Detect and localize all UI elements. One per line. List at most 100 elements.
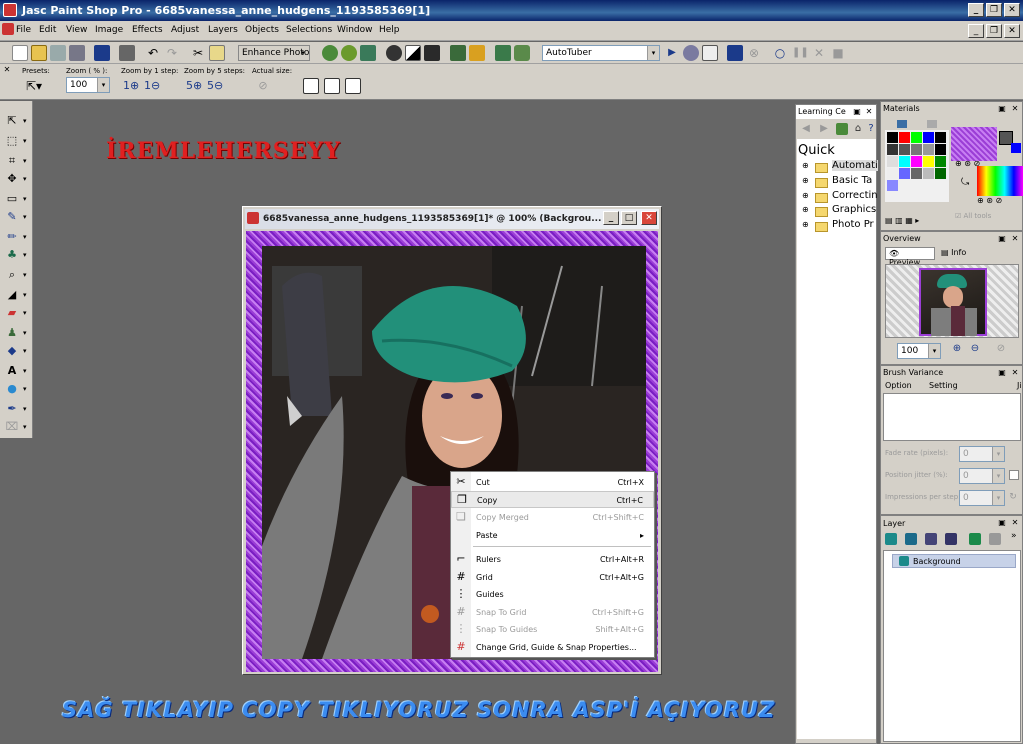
reset-icon[interactable]: ↻ xyxy=(1007,492,1019,504)
menu-item-grid[interactable]: # Grid Ctrl+Alt+G xyxy=(451,569,654,586)
impressions-input[interactable]: 0 ▾ xyxy=(959,490,1005,506)
forward-icon[interactable]: ▶ xyxy=(818,123,830,135)
zoom-in-icon[interactable]: ⊕ xyxy=(949,343,965,359)
save-icon[interactable] xyxy=(94,45,110,61)
histogram-icon[interactable] xyxy=(405,45,421,61)
tree-item-basic-tasks[interactable]: Basic Ta xyxy=(832,175,872,186)
menu-edit[interactable]: Edit xyxy=(39,25,56,35)
paint-brush-tool-icon[interactable]: ✏ xyxy=(4,229,26,245)
layers-palette-icon[interactable] xyxy=(450,45,466,61)
menu-item-rulers[interactable]: ⌐ Rulers Ctrl+Alt+R xyxy=(451,551,654,568)
tree-item-correcting[interactable]: Correctin xyxy=(832,190,878,201)
menu-item-paste[interactable]: Paste ▸ xyxy=(451,527,654,544)
close-icon[interactable]: ✕ xyxy=(1010,234,1020,244)
text-tool-icon[interactable]: A xyxy=(4,363,27,379)
picture-tube-tool-icon[interactable]: ♟ xyxy=(4,325,26,341)
back-icon[interactable]: ◀ xyxy=(800,123,812,135)
background-options-icon[interactable]: ⊕ ⊛ ⊘ xyxy=(977,196,1023,206)
browse-icon[interactable] xyxy=(50,45,66,61)
zoom-out-icon[interactable]: ⊖ xyxy=(967,343,983,359)
restore-icon[interactable]: ▣ xyxy=(997,234,1007,244)
tree-item-graphics[interactable]: Graphics xyxy=(832,204,876,215)
stop-record-icon[interactable]: ■ xyxy=(830,45,846,61)
red-eye-icon[interactable] xyxy=(386,45,402,61)
new-icon[interactable] xyxy=(12,45,28,61)
menu-image[interactable]: Image xyxy=(95,25,123,35)
presets-dropdown-icon[interactable]: ⇱▾ xyxy=(26,78,42,94)
maximize-icon[interactable]: ❐ xyxy=(986,3,1002,17)
close-icon[interactable]: ✕ xyxy=(1010,368,1020,378)
variance-list[interactable] xyxy=(883,393,1021,441)
menu-help[interactable]: Help xyxy=(379,25,400,35)
zoom-out-5-icon[interactable]: 5⊖ xyxy=(207,78,223,94)
crop-tool-icon[interactable]: ⌗ xyxy=(4,153,27,169)
record-icon[interactable]: ○ xyxy=(772,45,788,61)
close-icon[interactable]: ✕ xyxy=(1010,518,1020,528)
menu-layers[interactable]: Layers xyxy=(208,25,238,35)
home-icon[interactable]: ⌂ xyxy=(852,123,864,135)
redo-icon[interactable]: ↷ xyxy=(164,45,180,61)
menu-item-snap-to-grid[interactable]: # Snap To Grid Ctrl+Shift+G xyxy=(451,604,654,621)
actual-size-icon[interactable]: ⊘ xyxy=(993,343,1009,359)
duplicate-layer-icon[interactable] xyxy=(969,533,981,545)
automatic-color-balance-icon[interactable] xyxy=(341,45,357,61)
layer-row-background[interactable]: Background xyxy=(892,554,1016,568)
more-icon[interactable]: » xyxy=(1011,531,1021,543)
tree-item-photo-projects[interactable]: Photo Pr xyxy=(832,219,874,230)
app-icon[interactable] xyxy=(3,3,17,17)
overview-preview[interactable] xyxy=(885,264,1019,338)
palette-tools-icon[interactable]: ▤ ▥ ▦ ▸ xyxy=(885,216,945,228)
image-maximize-icon[interactable]: □ xyxy=(621,211,637,225)
expand-icon[interactable]: ⊕ xyxy=(802,220,809,229)
stop-script-icon[interactable]: ⊗ xyxy=(746,45,762,61)
restore-icon[interactable]: ▣ xyxy=(997,518,1007,528)
fade-rate-input[interactable]: 0 ▾ xyxy=(959,446,1005,462)
dropper-tool-icon[interactable]: ✎ xyxy=(4,209,26,225)
tab-preview[interactable]: 👁 Preview xyxy=(885,247,935,267)
preset-shape-tool-icon[interactable]: ● xyxy=(4,381,26,397)
image-close-icon[interactable]: ✕ xyxy=(641,211,657,225)
delete-layer-icon[interactable] xyxy=(989,533,1001,545)
pen-tool-icon[interactable]: ✒ xyxy=(4,401,26,417)
menu-adjust[interactable]: Adjust xyxy=(171,25,199,35)
doc-restore-icon[interactable]: ❐ xyxy=(986,24,1002,38)
pan-tool-icon[interactable]: ⇱ xyxy=(4,113,26,129)
fit-screen-icon[interactable] xyxy=(345,78,361,94)
collapse-icon[interactable]: ▣ xyxy=(852,107,862,117)
eraser-tool-icon[interactable]: ▰ xyxy=(4,305,27,321)
new-raster-layer-icon[interactable] xyxy=(885,533,897,545)
clone-brush-tool-icon[interactable]: ♣ xyxy=(4,247,26,263)
copy-icon[interactable] xyxy=(209,45,225,61)
refresh-icon[interactable] xyxy=(836,123,848,135)
script-select[interactable]: AutoTuber ▾ xyxy=(542,45,660,61)
adjustment-layer-icon[interactable] xyxy=(945,533,957,545)
expand-icon[interactable]: ⊕ xyxy=(802,176,809,185)
flood-fill-tool-icon[interactable]: ◆ xyxy=(4,343,27,359)
overview-zoom-input[interactable]: 100 ▾ xyxy=(897,343,941,359)
zoom-in-1-icon[interactable]: 1⊕ xyxy=(123,78,139,94)
menu-item-snap-to-guides[interactable]: ⋮ Snap To Guides Shift+Alt+G xyxy=(451,621,654,638)
zoom-tool-icon[interactable]: ⌕ xyxy=(4,267,27,283)
jitter-checkbox[interactable] xyxy=(1009,470,1019,480)
menu-objects[interactable]: Objects xyxy=(245,25,279,35)
selection-tool-icon[interactable]: ⬚ xyxy=(4,133,27,149)
foreground-material[interactable] xyxy=(951,127,997,161)
new-vector-layer-icon[interactable] xyxy=(905,533,917,545)
menu-file[interactable]: File xyxy=(16,25,31,35)
fit-window-icon[interactable] xyxy=(303,78,319,94)
pause-icon[interactable]: ❚❚ xyxy=(792,45,809,61)
new-mask-layer-icon[interactable] xyxy=(925,533,937,545)
cancel-record-icon[interactable]: ✕ xyxy=(811,45,827,61)
menu-selections[interactable]: Selections xyxy=(286,25,332,35)
menu-item-cut[interactable]: ✂ Cut Ctrl+X xyxy=(451,474,654,491)
background-color[interactable] xyxy=(1011,143,1021,153)
zoom-input[interactable]: 100 ▾ xyxy=(66,77,110,93)
menu-effects[interactable]: Effects xyxy=(132,25,163,35)
doc-close-icon[interactable]: ✕ xyxy=(1004,24,1020,38)
expand-icon[interactable]: ⊕ xyxy=(802,161,809,170)
menu-window[interactable]: Window xyxy=(337,25,373,35)
close-icon[interactable]: ✕ xyxy=(1010,104,1020,114)
background-material[interactable] xyxy=(977,166,1023,196)
close-icon[interactable]: ✕ xyxy=(864,107,874,117)
menu-view[interactable]: View xyxy=(66,25,87,35)
